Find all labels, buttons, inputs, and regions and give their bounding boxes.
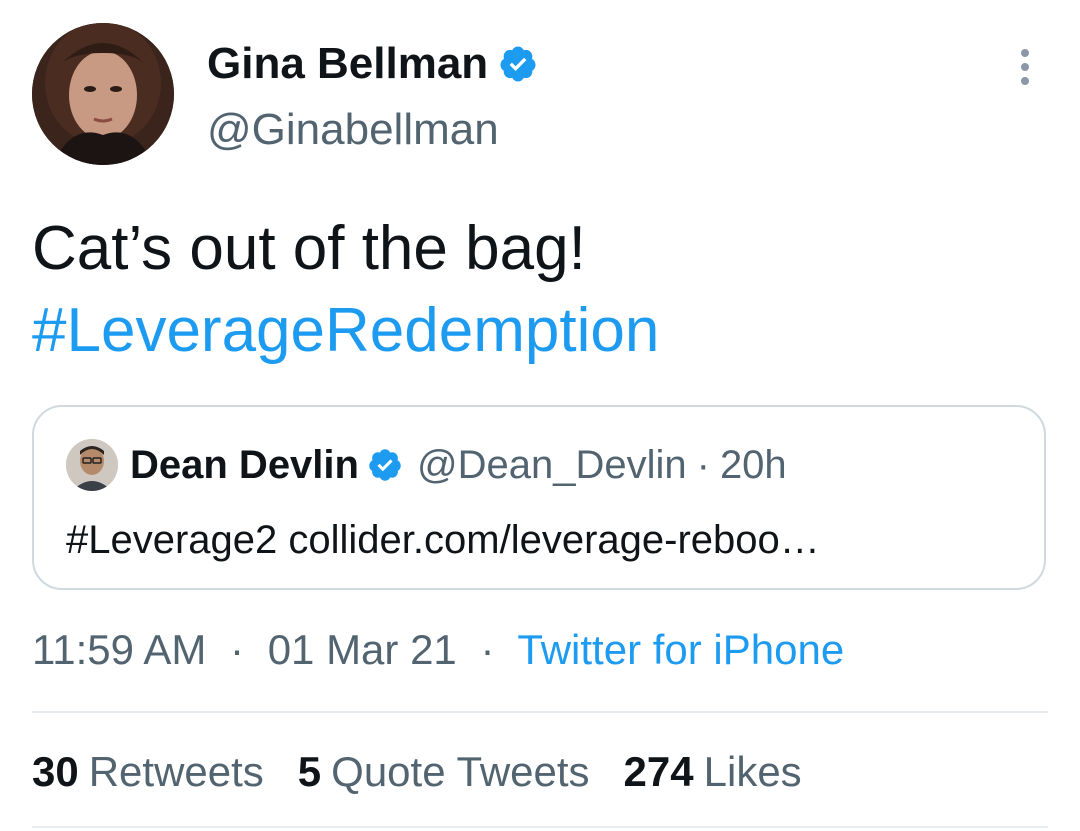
author-name[interactable]: Gina Bellman — [207, 38, 538, 90]
author-avatar-image — [32, 23, 174, 165]
tweet-source-link[interactable]: Twitter for iPhone — [517, 626, 844, 673]
verified-badge-icon — [500, 46, 536, 82]
likes-stat[interactable]: 274 Likes — [624, 746, 802, 798]
quote-tweets-label: Quote Tweets — [331, 748, 590, 795]
likes-count: 274 — [623, 748, 694, 795]
tweet-date[interactable]: 01 Mar 21 — [268, 626, 457, 673]
quoted-author-name: Dean Devlin — [130, 443, 359, 487]
separator-dot: · — [696, 443, 710, 487]
tweet-text: Cat’s out of the bag! #LeverageRedemptio… — [32, 208, 1042, 372]
tweet-time[interactable]: 11:59 AM — [32, 626, 206, 673]
divider — [32, 711, 1048, 713]
quote-tweets-count: 5 — [297, 748, 322, 795]
quoted-tweet-card[interactable]: Dean Devlin @Dean_Devlin · 20h #Leverage… — [32, 405, 1046, 590]
tweet-text-line: Cat’s out of the bag! — [32, 214, 586, 283]
hashtag-link[interactable]: #LeverageRedemption — [32, 290, 1042, 372]
retweets-stat[interactable]: 30 Retweets — [32, 746, 264, 798]
separator-dot: · — [230, 626, 245, 673]
author-name-text: Gina Bellman — [207, 39, 489, 88]
quoted-tweet-header: Dean Devlin @Dean_Devlin · 20h — [66, 439, 787, 491]
more-vertical-icon — [1021, 49, 1029, 85]
author-handle[interactable]: @Ginabellman — [207, 104, 499, 156]
retweets-label: Retweets — [88, 748, 264, 795]
author-avatar[interactable] — [32, 23, 174, 165]
quoted-author-handle: @Dean_Devlin — [416, 443, 687, 487]
quote-tweets-stat[interactable]: 5 Quote Tweets — [298, 746, 590, 798]
quoted-author-avatar[interactable] — [66, 439, 118, 491]
verified-badge-icon — [369, 449, 401, 481]
tweet-meta: 11:59 AM · 01 Mar 21 · Twitter for iPhon… — [32, 624, 844, 676]
likes-label: Likes — [703, 748, 802, 795]
separator-dot: · — [480, 626, 495, 673]
quoted-tweet-time: 20h — [719, 443, 787, 487]
divider — [32, 826, 1048, 828]
quoted-tweet-text: #Leverage2 collider.com/leverage-reboo… — [66, 518, 820, 562]
retweets-count: 30 — [32, 748, 79, 795]
quoted-author-avatar-image — [66, 439, 118, 491]
more-options-button[interactable] — [1011, 45, 1039, 89]
tweet-stats: 30 Retweets 5 Quote Tweets 274 Likes — [32, 746, 836, 798]
